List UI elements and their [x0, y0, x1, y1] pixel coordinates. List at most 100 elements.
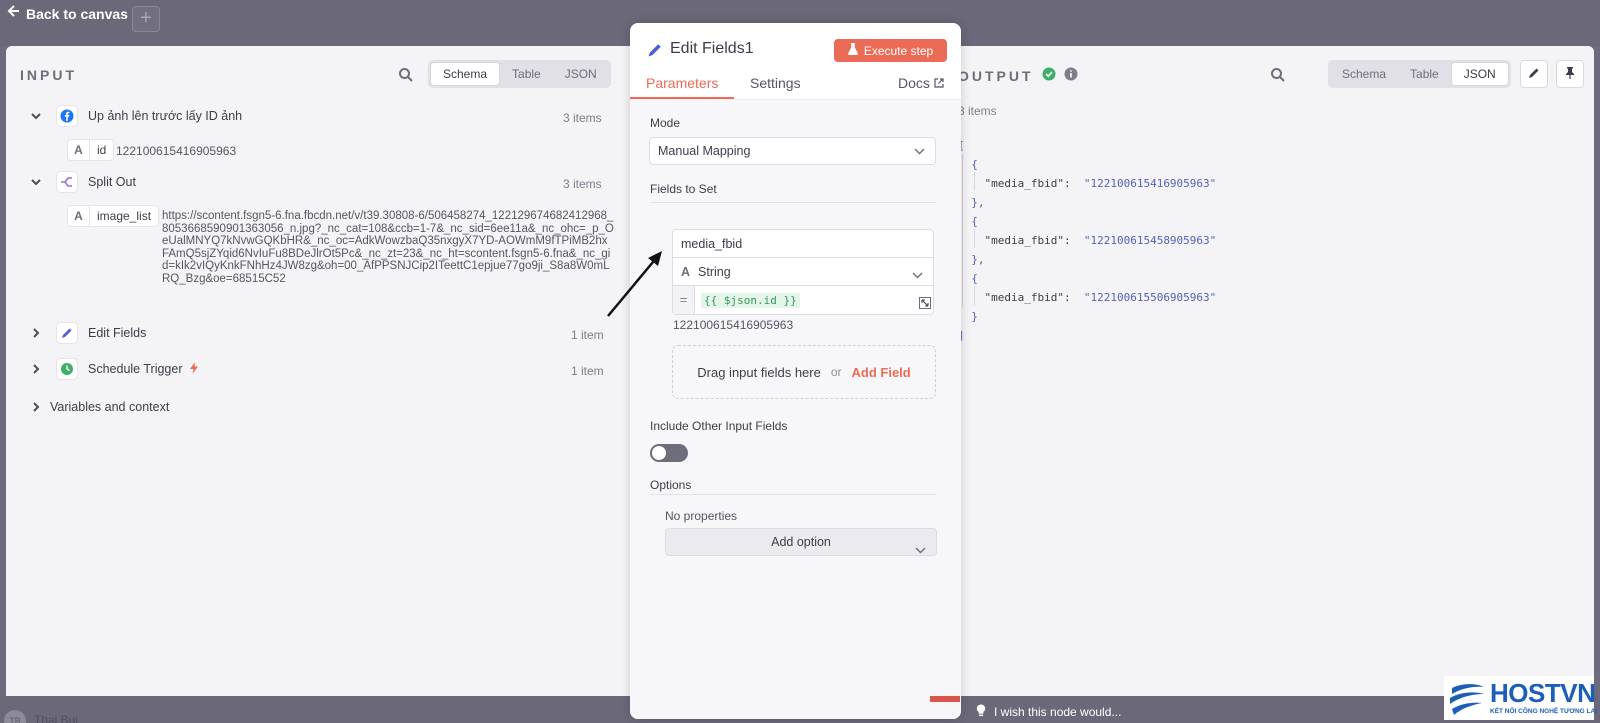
- output-items-count: 3 items: [958, 104, 997, 118]
- input-node-name: Up ảnh lên trước lấy ID ảnh: [88, 109, 243, 123]
- json-value: "122100615506905963": [1083, 291, 1217, 304]
- input-node-split-out[interactable]: Split Out: [30, 171, 136, 193]
- fields-to-set-label: Fields to Set: [650, 182, 717, 196]
- json-view: [ { "media_fbid": "122100615416905963" }…: [958, 136, 1216, 345]
- facebook-icon: [56, 105, 78, 127]
- include-other-label: Include Other Input Fields: [650, 419, 788, 433]
- section-divider: [650, 494, 936, 495]
- field-name-input[interactable]: media_fbid: [673, 230, 933, 258]
- success-check-icon: [1042, 67, 1056, 84]
- chevron-down-icon[interactable]: [30, 176, 42, 188]
- drop-zone[interactable]: Drag input fields here or Add Field: [672, 345, 936, 399]
- json-entry: "media_fbid": "122100615458905963": [958, 231, 1217, 250]
- toggle-knob: [652, 446, 666, 460]
- add-option-button[interactable]: Add option: [665, 528, 937, 556]
- pencil-icon: [1527, 66, 1541, 83]
- field-type-select[interactable]: A String: [673, 258, 933, 286]
- output-header: OUTPUT: [958, 67, 1078, 84]
- input-node-count: 1 item: [571, 364, 604, 378]
- output-title: OUTPUT: [958, 67, 1034, 84]
- input-panel: INPUT Schema Table JSON Up ảnh lên trước…: [6, 46, 630, 696]
- input-tab-json[interactable]: JSON: [553, 62, 609, 86]
- mode-label: Mode: [650, 116, 681, 130]
- search-icon[interactable]: [398, 67, 414, 83]
- input-view-toggle: Schema Table JSON: [428, 60, 611, 88]
- add-option-label: Add option: [771, 535, 831, 549]
- search-icon[interactable]: [1270, 67, 1286, 83]
- split-out-icon: [56, 171, 78, 193]
- input-node-schedule-trigger[interactable]: Schedule Trigger: [30, 358, 199, 380]
- back-to-canvas-label: Back to canvas: [26, 5, 128, 22]
- json-value: "122100615458905963": [1083, 234, 1217, 247]
- output-view-toggle: Schema Table JSON: [1328, 60, 1511, 88]
- field-value-expression[interactable]: = {{ $json.id }}: [673, 286, 933, 314]
- field-name: id: [97, 143, 107, 157]
- json-open-brace: {: [958, 272, 978, 285]
- parameters-body: Mode Manual Mapping Fields to Set media_…: [630, 100, 961, 719]
- logo-tagline: KẾT NỐI CÔNG NGHỆ TƯƠNG LAI: [1490, 708, 1597, 715]
- lightbulb-icon: [976, 704, 986, 720]
- expression-result: 122100615416905963: [673, 318, 794, 332]
- input-title: INPUT: [20, 67, 77, 83]
- chevron-down-icon: [914, 144, 925, 158]
- editor-tabs: Parameters Settings Docs: [630, 71, 961, 100]
- field-chip-id[interactable]: A id: [67, 139, 115, 161]
- json-open-brace: {: [958, 215, 978, 228]
- chevron-right-icon[interactable]: [30, 363, 42, 375]
- input-node-edit-fields[interactable]: Edit Fields: [30, 322, 146, 344]
- json-key: "media_fbid":: [984, 177, 1071, 190]
- edit-output-button[interactable]: [1520, 60, 1548, 88]
- field-value: 122100615416905963: [116, 144, 237, 158]
- add-node-button[interactable]: +: [132, 6, 160, 32]
- json-close-brace: },: [958, 196, 985, 209]
- pencil-icon: [56, 322, 78, 344]
- json-close-brace: },: [958, 253, 985, 266]
- input-node-name: Edit Fields: [88, 326, 147, 340]
- hostvn-logo: HOSTVN KẾT NỐI CÔNG NGHỆ TƯƠNG LAI: [1444, 676, 1597, 720]
- variables-and-context[interactable]: Variables and context: [30, 400, 169, 414]
- info-icon[interactable]: [1064, 67, 1078, 84]
- pencil-icon: [646, 41, 664, 62]
- tab-settings[interactable]: Settings: [750, 75, 801, 91]
- expand-icon[interactable]: [919, 297, 931, 312]
- input-tab-schema[interactable]: Schema: [430, 62, 501, 86]
- mode-value: Manual Mapping: [658, 144, 751, 158]
- arrow-left-icon: [6, 4, 20, 23]
- tab-parameters[interactable]: Parameters: [646, 75, 718, 91]
- drop-or: or: [830, 365, 842, 379]
- string-type-icon: A: [68, 206, 90, 226]
- input-tab-table[interactable]: Table: [500, 62, 553, 86]
- chevron-down-icon: [915, 537, 926, 563]
- output-tab-table[interactable]: Table: [1398, 62, 1451, 86]
- output-tab-schema[interactable]: Schema: [1330, 62, 1398, 86]
- status-strip: [930, 696, 960, 702]
- docs-label: Docs: [898, 75, 930, 91]
- wish-text: I wish this node would...: [994, 705, 1122, 719]
- mode-select[interactable]: Manual Mapping: [649, 137, 936, 165]
- string-type-icon: A: [681, 264, 691, 279]
- chevron-down-icon[interactable]: [30, 110, 42, 122]
- pin-output-button[interactable]: [1556, 60, 1584, 88]
- active-tab-underline: [630, 97, 734, 99]
- chevron-right-icon[interactable]: [30, 401, 42, 413]
- input-node-count: 3 items: [563, 111, 602, 125]
- json-value: "122100615416905963": [1083, 177, 1217, 190]
- expression-text: {{ $json.id }}: [701, 292, 800, 308]
- field-chip-image-list[interactable]: A image_list: [67, 205, 160, 227]
- json-entry: "media_fbid": "122100615416905963": [958, 174, 1217, 193]
- output-tab-json[interactable]: JSON: [1450, 62, 1509, 86]
- input-node-upload[interactable]: Up ảnh lên trước lấy ID ảnh: [30, 105, 242, 127]
- feedback-prompt[interactable]: I wish this node would...: [976, 704, 1121, 720]
- include-other-toggle[interactable]: [650, 444, 688, 462]
- add-field-button[interactable]: Add Field: [852, 365, 911, 380]
- docs-link[interactable]: Docs: [898, 75, 944, 91]
- field-assignment: media_fbid A String = {{ $json.id }}: [672, 229, 934, 315]
- input-node-name: Split Out: [88, 175, 136, 189]
- chevron-right-icon[interactable]: [30, 327, 42, 339]
- node-title[interactable]: Edit Fields1: [670, 40, 754, 58]
- execute-step-button[interactable]: Execute step: [834, 39, 947, 62]
- hostvn-logo-mark: [1448, 682, 1486, 719]
- json-open-bracket: [: [958, 139, 965, 152]
- back-to-canvas-button[interactable]: Back to canvas: [6, 4, 128, 23]
- section-divider: [650, 202, 936, 203]
